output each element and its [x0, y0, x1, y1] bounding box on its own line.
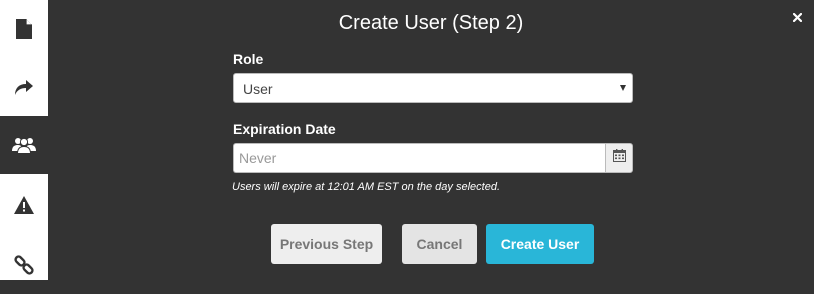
expiration-date-label: Expiration Date	[233, 121, 336, 137]
sidebar-item-links[interactable]	[0, 236, 48, 294]
link-icon	[14, 255, 34, 275]
sidebar-item-users[interactable]	[0, 116, 48, 174]
sidebar-item-alerts[interactable]	[0, 176, 48, 234]
cancel-button[interactable]: Cancel	[402, 224, 477, 264]
share-icon	[14, 78, 34, 96]
modal-title: Create User (Step 2)	[338, 12, 524, 34]
expiration-date-input[interactable]	[233, 143, 606, 173]
warning-icon	[14, 196, 34, 214]
previous-step-button[interactable]: Previous Step	[271, 224, 382, 264]
calendar-icon	[612, 149, 626, 167]
users-icon	[12, 136, 36, 154]
create-user-modal: Create User (Step 2) Role User Expiratio…	[48, 0, 814, 280]
document-icon	[16, 19, 32, 39]
sidebar-item-share[interactable]	[0, 58, 48, 116]
chevron-down-icon	[620, 85, 626, 91]
role-select[interactable]: User	[233, 73, 633, 103]
create-user-button[interactable]: Create User	[486, 224, 594, 264]
calendar-button[interactable]	[605, 143, 633, 173]
sidebar	[0, 0, 48, 280]
role-label: Role	[233, 51, 264, 67]
expiration-helper-text: Users will expire at 12:01 AM EST on the…	[232, 181, 500, 193]
role-select-value: User	[243, 81, 273, 97]
sidebar-item-documents[interactable]	[0, 0, 48, 58]
